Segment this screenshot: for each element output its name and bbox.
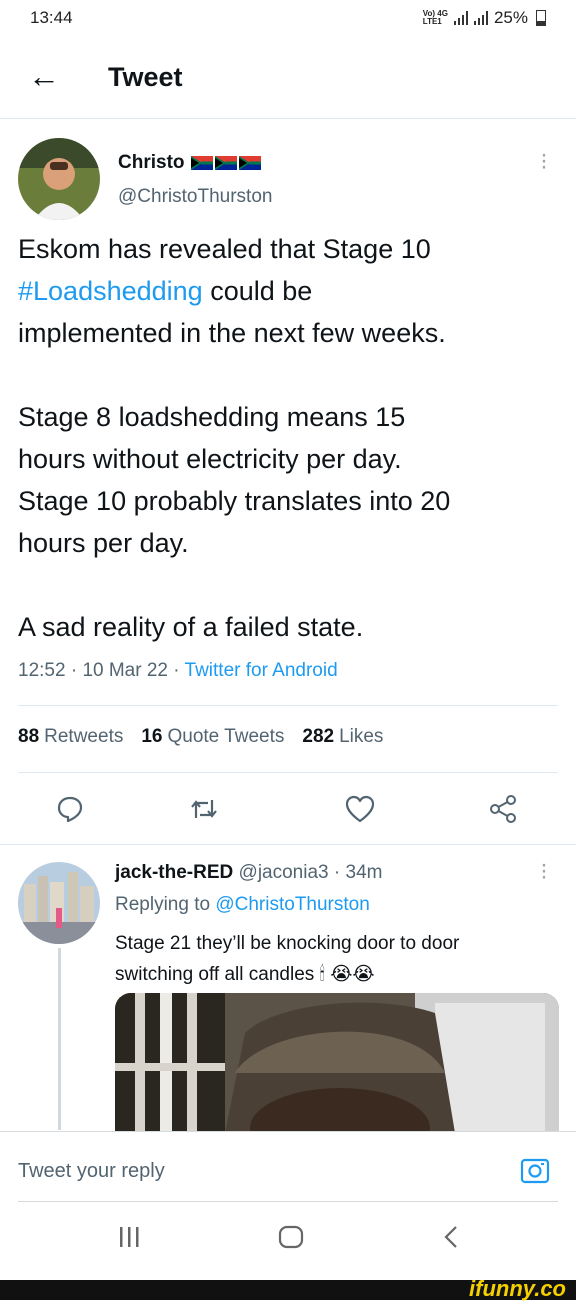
status-icons: Vo) 4G LTE1 25% [423, 8, 546, 28]
south-africa-flag-icon [238, 156, 261, 170]
author-name[interactable]: Christo [118, 152, 185, 174]
reply-input[interactable]: Tweet your reply [18, 1160, 165, 1183]
reply-author-handle[interactable]: @jaconia3 [239, 862, 329, 883]
south-africa-flag-icon [214, 156, 237, 170]
reply-author-name[interactable]: jack-the-RED [115, 862, 233, 883]
retweets-stat[interactable]: 88 Retweets [18, 726, 123, 748]
tweet-meta: 12:52 · 10 Mar 22 · Twitter for Android [18, 660, 338, 681]
recent-apps-icon[interactable] [118, 1224, 140, 1255]
thread-line [58, 948, 61, 1130]
status-bar: 13:44 Vo) 4G LTE1 25% [0, 0, 576, 36]
reply-header: jack-the-RED @jaconia3 · 34m [115, 862, 383, 883]
tweet-source[interactable]: Twitter for Android [185, 660, 338, 681]
reply-composer: Tweet your reply [0, 1131, 576, 1202]
reply-more-options-icon[interactable]: · · · [540, 853, 548, 889]
retweet-icon[interactable] [188, 794, 220, 829]
author-handle[interactable]: @ChristoThurston [118, 186, 272, 208]
page-title: Tweet [108, 62, 183, 92]
top-app-bar: ← Tweet [0, 40, 576, 119]
reply-media-image[interactable] [115, 993, 559, 1133]
like-icon[interactable] [344, 794, 376, 829]
divider [18, 705, 558, 706]
tweet-action-bar [0, 782, 576, 832]
reply-icon[interactable] [55, 794, 85, 829]
camera-icon[interactable] [520, 1156, 550, 1191]
network-label: Vo) 4G LTE1 [422, 9, 448, 26]
battery-percent: 25% [493, 8, 528, 27]
tweet-text: Eskom has revealed that Stage 10 #Loadsh… [18, 234, 451, 642]
back-nav-icon[interactable] [442, 1224, 460, 1255]
tweet-date: 10 Mar 22 [82, 660, 168, 681]
signal-icon-2 [473, 11, 488, 25]
quotes-stat[interactable]: 16 Quote Tweets [141, 726, 284, 748]
reply-author-avatar[interactable] [18, 862, 100, 944]
reply-age: 34m [345, 862, 383, 883]
divider [18, 772, 558, 773]
status-time: 13:44 [30, 8, 73, 27]
likes-stat[interactable]: 282 Likes [302, 726, 383, 748]
divider [0, 844, 576, 845]
replying-to: Replying to @ChristoThurston [115, 894, 370, 915]
back-arrow-icon[interactable]: ← [28, 60, 60, 92]
battery-icon [536, 10, 546, 26]
replying-to-handle[interactable]: @ChristoThurston [215, 894, 369, 915]
signal-icon [453, 11, 468, 25]
flag-icons [190, 156, 261, 170]
reply-text: Stage 21 they’ll be knocking door to doo… [115, 933, 460, 985]
south-africa-flag-icon [190, 156, 213, 170]
home-icon[interactable] [278, 1224, 304, 1255]
author-name-row: Christo [118, 152, 261, 174]
tweet-time: 12:52 [18, 660, 66, 681]
tweet-stats: 88 Retweets 16 Quote Tweets 282 Likes [18, 726, 383, 748]
author-avatar[interactable] [18, 138, 100, 220]
watermark-bar: ifunny.co [0, 1276, 576, 1301]
system-nav-bar [0, 1202, 576, 1280]
more-options-icon[interactable]: · · · [540, 143, 548, 179]
watermark-logo: ifunny.co [469, 1276, 566, 1301]
hashtag-link[interactable]: #Loadshedding [18, 276, 203, 306]
share-icon[interactable] [487, 794, 519, 829]
